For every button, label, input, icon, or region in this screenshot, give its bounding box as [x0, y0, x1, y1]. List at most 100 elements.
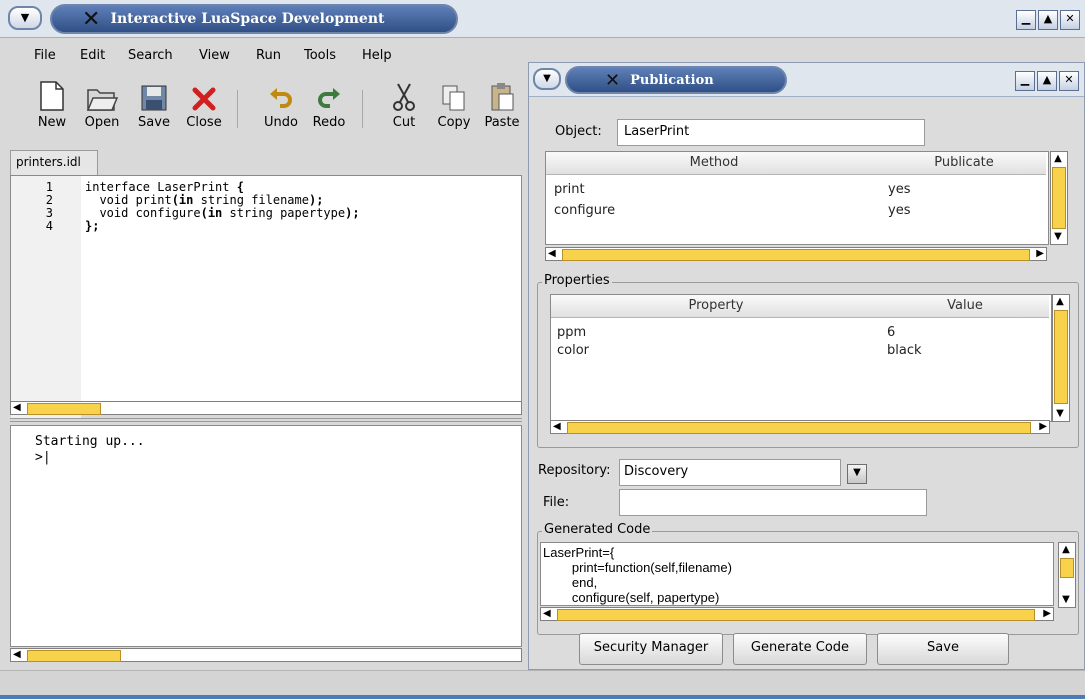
property-value[interactable]: 6 — [887, 325, 895, 340]
close-icon[interactable]: ✕ — [1059, 71, 1079, 91]
main-title-bar: ▼ ✕ Interactive LuaSpace Development ▁ ▲ ✕ — [0, 0, 1085, 38]
column-header-property[interactable]: Property — [551, 295, 882, 318]
scroll-thumb[interactable] — [1052, 167, 1066, 229]
dialog-title-bar: ▼ ✕ Publication ▁ ▲ ✕ — [529, 63, 1084, 97]
console-line: Starting up... — [35, 434, 145, 449]
maximize-icon[interactable]: ▲ — [1037, 71, 1057, 91]
minimize-icon[interactable]: ▁ — [1015, 71, 1035, 91]
generated-code-text[interactable]: LaserPrint={ print=function(self,filenam… — [540, 542, 1054, 606]
file-field[interactable] — [619, 489, 927, 516]
scroll-down-icon[interactable]: ▼ — [1059, 594, 1073, 606]
method-name[interactable]: configure — [554, 203, 615, 218]
maximize-icon[interactable]: ▲ — [1038, 10, 1058, 30]
console-output[interactable]: Starting up... >| — [10, 425, 522, 647]
copy-pages-icon — [442, 85, 465, 111]
menu-file[interactable]: File — [34, 48, 56, 63]
generated-code-group: Generated Code LaserPrint={ print=functi… — [537, 522, 1079, 635]
publication-dialog: ▼ ✕ Publication ▁ ▲ ✕ Object: LaserPrint M… — [528, 62, 1085, 670]
undo-button[interactable]: Undo — [257, 72, 305, 130]
tab-printers-idl[interactable]: printers.idl — [10, 150, 98, 175]
property-value[interactable]: black — [887, 343, 922, 358]
code-vertical-scrollbar[interactable]: ▲ ▼ — [1058, 542, 1076, 608]
scroll-thumb[interactable] — [27, 403, 101, 415]
clipboard-icon — [491, 83, 514, 111]
new-button[interactable]: New — [28, 72, 76, 130]
console-horizontal-scrollbar[interactable]: ◀ — [10, 648, 522, 662]
undo-arrow-icon — [270, 88, 292, 108]
close-label: Close — [186, 115, 222, 130]
properties-horizontal-scrollbar[interactable]: ◀ ▶ — [550, 420, 1050, 434]
scroll-thumb[interactable] — [567, 422, 1031, 434]
menu-edit[interactable]: Edit — [80, 48, 105, 63]
menu-help[interactable]: Help — [362, 48, 392, 63]
scroll-thumb[interactable] — [1054, 310, 1068, 404]
splitter-handle[interactable] — [10, 418, 522, 422]
repository-select[interactable]: Discovery — [619, 459, 841, 486]
object-field[interactable]: LaserPrint — [617, 119, 925, 146]
scroll-thumb[interactable] — [27, 650, 121, 662]
scroll-left-icon[interactable]: ◀ — [553, 421, 561, 433]
method-publicate[interactable]: yes — [888, 203, 910, 218]
scroll-down-icon[interactable]: ▼ — [1051, 231, 1065, 243]
redo-button[interactable]: Redo — [305, 72, 353, 130]
scroll-up-icon[interactable]: ▲ — [1051, 153, 1065, 165]
scroll-thumb[interactable] — [1060, 558, 1074, 578]
scroll-left-icon[interactable]: ◀ — [548, 248, 556, 260]
save-button[interactable]: Save — [130, 72, 178, 130]
cut-label: Cut — [392, 115, 416, 130]
method-name[interactable]: print — [554, 182, 585, 197]
close-icon[interactable]: ✕ — [1060, 10, 1080, 30]
dropdown-arrow-icon[interactable]: ▼ — [847, 464, 867, 484]
property-name[interactable]: ppm — [557, 325, 586, 340]
scroll-thumb[interactable] — [557, 609, 1035, 621]
paste-button[interactable]: Paste — [478, 72, 526, 130]
scroll-up-icon[interactable]: ▲ — [1059, 544, 1073, 556]
save-dialog-button[interactable]: Save — [877, 633, 1009, 665]
code-text: interface LaserPrint { void print(in str… — [85, 180, 360, 233]
security-manager-button[interactable]: Security Manager — [579, 633, 723, 665]
menu-view[interactable]: View — [199, 48, 230, 63]
close-red-x-icon — [192, 87, 216, 111]
x-logo-icon: ✕ — [605, 69, 621, 91]
menu-tools[interactable]: Tools — [304, 48, 336, 63]
methods-table: Method Publicate print yes configure yes — [545, 151, 1049, 245]
scroll-right-icon[interactable]: ▶ — [1036, 248, 1044, 260]
property-name[interactable]: color — [557, 343, 589, 358]
scroll-left-icon[interactable]: ◀ — [543, 608, 551, 620]
code-editor[interactable]: 1 2 3 4 interface LaserPrint { void prin… — [10, 175, 522, 419]
column-header-publicate[interactable]: Publicate — [882, 152, 1046, 175]
scroll-thumb[interactable] — [562, 249, 1030, 261]
redo-label: Redo — [312, 115, 346, 130]
minimize-icon[interactable]: ▁ — [1016, 10, 1036, 30]
generated-code-label: Generated Code — [542, 522, 653, 537]
properties-table: Property Value ppm 6 color black — [550, 294, 1052, 422]
editor-horizontal-scrollbar[interactable]: ◀ — [10, 401, 522, 415]
close-button[interactable]: Close — [180, 72, 228, 130]
open-button[interactable]: Open — [78, 72, 126, 130]
menu-run[interactable]: Run — [256, 48, 281, 63]
generate-code-button[interactable]: Generate Code — [733, 633, 867, 665]
method-publicate[interactable]: yes — [888, 182, 910, 197]
window-menu-button[interactable]: ▼ — [8, 6, 42, 30]
scroll-right-icon[interactable]: ▶ — [1039, 421, 1047, 433]
column-header-value[interactable]: Value — [881, 295, 1049, 318]
properties-vertical-scrollbar[interactable]: ▲ ▼ — [1052, 294, 1070, 422]
column-header-method[interactable]: Method — [546, 152, 883, 175]
line-number: 4 — [45, 219, 53, 233]
scroll-right-icon[interactable]: ▶ — [1043, 608, 1051, 620]
scroll-up-icon[interactable]: ▲ — [1053, 296, 1067, 308]
scroll-left-icon[interactable]: ◀ — [13, 649, 21, 661]
properties-group: Properties Property Value ppm 6 color bl… — [537, 273, 1079, 448]
scroll-left-icon[interactable]: ◀ — [13, 402, 21, 414]
methods-vertical-scrollbar[interactable]: ▲ ▼ — [1050, 151, 1068, 245]
copy-button[interactable]: Copy — [430, 72, 478, 130]
methods-horizontal-scrollbar[interactable]: ◀ ▶ — [545, 247, 1047, 261]
dialog-menu-button[interactable]: ▼ — [533, 68, 561, 90]
code-horizontal-scrollbar[interactable]: ◀ ▶ — [540, 607, 1054, 621]
menu-search[interactable]: Search — [128, 48, 173, 63]
scroll-down-icon[interactable]: ▼ — [1053, 408, 1067, 420]
console-prompt: >| — [35, 450, 51, 465]
undo-label: Undo — [264, 115, 298, 130]
cut-button[interactable]: Cut — [380, 72, 428, 130]
dialog-title: Publication — [630, 72, 714, 88]
